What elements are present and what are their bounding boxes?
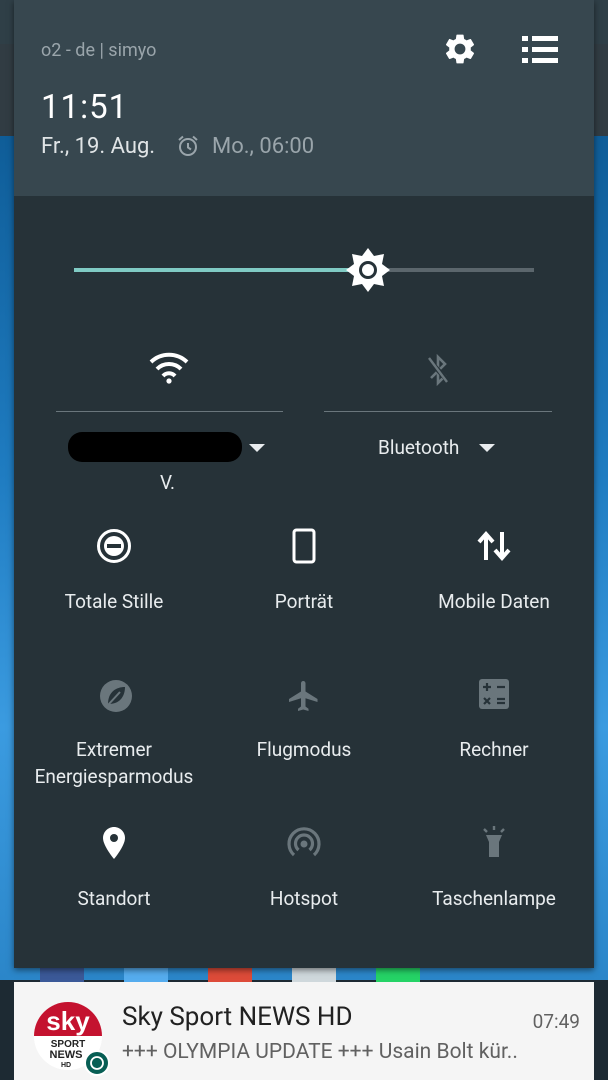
location-pin-icon <box>103 827 125 859</box>
wifi-network-suffix: V. <box>160 471 176 494</box>
carrier-label: o2 - de | simyo <box>41 40 157 61</box>
settings-gear-icon[interactable] <box>442 31 478 67</box>
notification-time: 07:49 <box>532 1010 580 1033</box>
calculator-tile[interactable]: Rechner <box>394 670 594 770</box>
logo-hd-text: HD <box>61 1062 71 1069</box>
quick-settings-panel: o2 - de | simyo 11:51 Fr., 19. Aug. Mo.,… <box>14 0 594 968</box>
extreme-power-saving-label-line1: Extremer <box>76 738 152 761</box>
wifi-network-name-redacted <box>68 432 242 462</box>
date-label[interactable]: Fr., 19. Aug. <box>41 134 155 159</box>
do-not-disturb-icon <box>97 529 131 563</box>
hotspot-tile[interactable]: Hotspot <box>204 820 404 920</box>
bluetooth-dropdown-caret-icon[interactable] <box>479 444 495 452</box>
wifi-dropdown-caret-icon[interactable] <box>249 444 265 452</box>
flashlight-label: Taschenlampe <box>432 887 556 910</box>
airplane-mode-tile[interactable]: Flugmodus <box>204 670 404 770</box>
notification-title: Sky Sport NEWS HD <box>122 1002 353 1032</box>
total-silence-tile[interactable]: Totale Stille <box>14 520 214 620</box>
bluetooth-disabled-icon <box>426 354 450 386</box>
extreme-power-saving-label-line2: Energiesparmodus <box>34 765 194 788</box>
mobile-data-arrows-icon <box>477 530 511 562</box>
location-tile[interactable]: Standort <box>14 820 214 920</box>
logo-news-text: NEWS <box>50 1049 83 1061</box>
portrait-label: Porträt <box>274 590 334 613</box>
wifi-icon <box>149 352 189 384</box>
bluetooth-label[interactable]: Bluetooth <box>378 436 459 459</box>
whatsapp-badge-icon <box>84 1050 110 1076</box>
alarm-clock-icon <box>178 135 198 156</box>
hotspot-label: Hotspot <box>269 887 339 910</box>
hotspot-icon <box>287 827 321 857</box>
wifi-divider <box>56 411 283 412</box>
next-alarm-label[interactable]: Mo., 06:00 <box>212 134 314 159</box>
brightness-slider-fill <box>74 268 369 272</box>
power-saving-leaf-icon <box>100 680 132 712</box>
total-silence-label: Totale Stille <box>64 590 164 613</box>
notification-card[interactable]: sky SPORT NEWS HD Sky Sport NEWS HD 07:4… <box>14 982 594 1080</box>
screen-rotation-portrait-icon <box>292 528 316 564</box>
airplane-icon <box>289 681 318 711</box>
brightness-slider[interactable] <box>74 268 534 272</box>
flashlight-icon <box>483 826 505 857</box>
quick-settings-header: o2 - de | simyo 11:51 Fr., 19. Aug. Mo.,… <box>14 0 594 196</box>
mobile-data-tile[interactable]: Mobile Daten <box>394 520 594 620</box>
clock-time: 11:51 <box>41 88 129 127</box>
airplane-mode-label: Flugmodus <box>256 738 352 761</box>
bluetooth-divider <box>324 411 552 412</box>
notification-list-icon[interactable] <box>520 32 560 68</box>
mobile-data-label: Mobile Daten <box>438 590 550 613</box>
notification-text: +++ OLYMPIA UPDATE +++ Usain Bolt kür.. <box>122 1040 518 1064</box>
extreme-power-saving-tile[interactable]: Extremer Energiesparmodus <box>14 670 214 794</box>
portrait-tile[interactable]: Porträt <box>204 520 404 620</box>
calculator-icon <box>479 679 509 709</box>
calculator-label: Rechner <box>459 738 529 761</box>
logo-sky-text: sky <box>46 1006 90 1036</box>
location-label: Standort <box>77 887 151 910</box>
flashlight-tile[interactable]: Taschenlampe <box>394 820 594 920</box>
brightness-sun-icon[interactable] <box>346 248 391 292</box>
